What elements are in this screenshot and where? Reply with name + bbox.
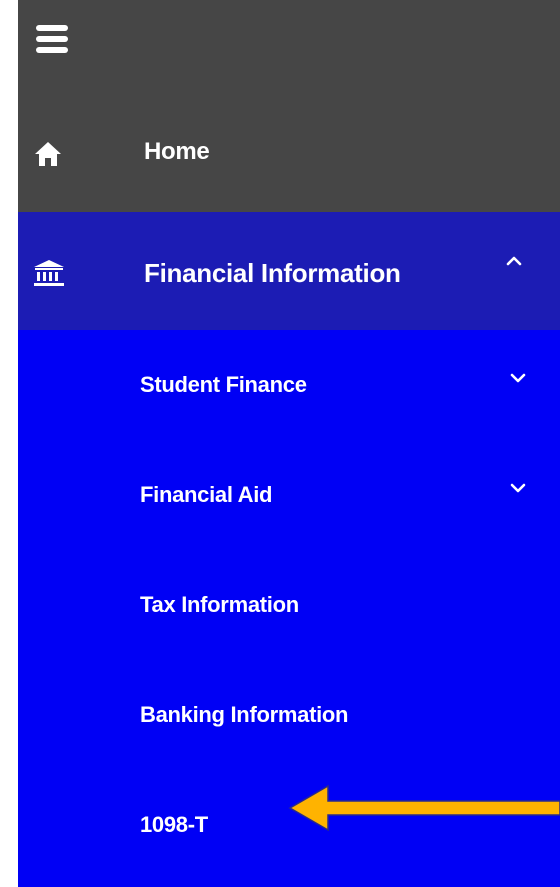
submenu-item-label: Tax Information bbox=[140, 592, 299, 617]
hamburger-menu-button[interactable] bbox=[32, 18, 72, 62]
nav-item-home[interactable]: Home bbox=[18, 98, 560, 212]
hamburger-bar bbox=[36, 47, 68, 53]
submenu-item-label: 1098-T bbox=[140, 812, 208, 837]
submenu-item-label: Banking Information bbox=[140, 702, 349, 727]
chevron-up-icon[interactable] bbox=[506, 254, 522, 266]
nav-header: Home bbox=[18, 0, 560, 212]
chevron-down-icon[interactable] bbox=[510, 482, 526, 494]
nav-item-financial-information[interactable]: Financial Information bbox=[18, 212, 560, 330]
nav-item-label: Financial Information bbox=[144, 258, 401, 288]
submenu-item-financial-aid[interactable]: Financial Aid bbox=[18, 440, 560, 550]
chevron-down-icon[interactable] bbox=[510, 372, 526, 384]
nav-item-label: Home bbox=[144, 138, 210, 165]
hamburger-bar bbox=[36, 25, 68, 31]
submenu-item-banking-information[interactable]: Banking Information bbox=[18, 660, 560, 770]
home-icon bbox=[35, 142, 61, 166]
submenu-item-tax-information[interactable]: Tax Information bbox=[18, 550, 560, 660]
hamburger-bar bbox=[36, 36, 68, 42]
submenu-item-label: Student Finance bbox=[140, 372, 307, 397]
side-nav: Home Financial Information Student Finan… bbox=[18, 0, 560, 887]
submenu-item-student-finance[interactable]: Student Finance bbox=[18, 330, 560, 440]
bank-icon bbox=[34, 260, 64, 286]
submenu-item-label: Financial Aid bbox=[140, 482, 273, 507]
highlight-arrow-icon bbox=[288, 784, 560, 832]
